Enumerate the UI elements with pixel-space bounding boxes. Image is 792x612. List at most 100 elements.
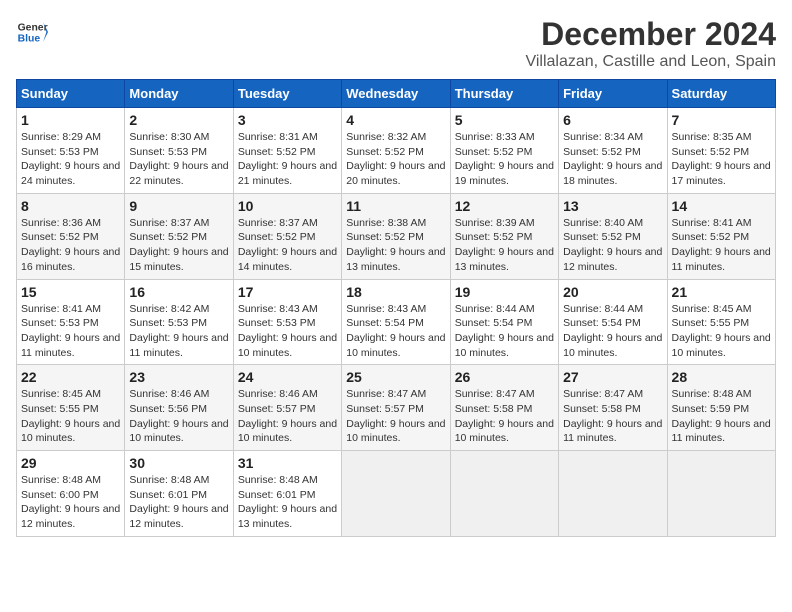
calendar-day-cell: 22 Sunrise: 8:45 AMSunset: 5:55 PMDayligh…: [17, 365, 125, 451]
calendar-day-cell: [342, 451, 450, 537]
day-number: 7: [672, 112, 771, 128]
calendar-day-cell: 25 Sunrise: 8:47 AMSunset: 5:57 PMDayligh…: [342, 365, 450, 451]
day-number: 18: [346, 284, 445, 300]
day-number: 29: [21, 455, 120, 471]
calendar-day-cell: 10Sunrise: 8:37 AMSunset: 5:52 PMDayligh…: [233, 193, 341, 279]
day-info: Sunrise: 8:39 AMSunset: 5:52 PMDaylight:…: [455, 216, 554, 275]
day-info: Sunrise: 8:29 AMSunset: 5:53 PMDaylight:…: [21, 130, 120, 189]
day-info: Sunrise: 8:47 AMSunset: 5:58 PMDaylight:…: [563, 387, 662, 446]
day-number: 14: [672, 198, 771, 214]
page-header: General Blue December 2024 Villalazan, C…: [16, 16, 776, 71]
day-number: 4: [346, 112, 445, 128]
day-info: Sunrise: 8:35 AMSunset: 5:52 PMDaylight:…: [672, 130, 771, 189]
day-info: Sunrise: 8:30 AMSunset: 5:53 PMDaylight:…: [129, 130, 228, 189]
day-info: Sunrise: 8:40 AMSunset: 5:52 PMDaylight:…: [563, 216, 662, 275]
day-info: Sunrise: 8:38 AMSunset: 5:52 PMDaylight:…: [346, 216, 445, 275]
day-number: 27: [563, 369, 662, 385]
day-info: Sunrise: 8:48 AMSunset: 6:01 PMDaylight:…: [129, 473, 228, 532]
calendar-day-cell: 19Sunrise: 8:44 AMSunset: 5:54 PMDayligh…: [450, 279, 558, 365]
day-number: 22: [21, 369, 120, 385]
calendar-week-row: 1 Sunrise: 8:29 AMSunset: 5:53 PMDaylight…: [17, 108, 776, 194]
day-info: Sunrise: 8:46 AMSunset: 5:56 PMDaylight:…: [129, 387, 228, 446]
day-number: 28: [672, 369, 771, 385]
day-info: Sunrise: 8:45 AMSunset: 5:55 PMDaylight:…: [21, 387, 120, 446]
calendar-day-cell: 4 Sunrise: 8:32 AMSunset: 5:52 PMDaylight…: [342, 108, 450, 194]
day-number: 25: [346, 369, 445, 385]
day-number: 31: [238, 455, 337, 471]
calendar-day-cell: 27 Sunrise: 8:47 AMSunset: 5:58 PMDayligh…: [559, 365, 667, 451]
calendar-day-cell: 24Sunrise: 8:46 AMSunset: 5:57 PMDayligh…: [233, 365, 341, 451]
calendar-day-cell: 14 Sunrise: 8:41 AMSunset: 5:52 PMDayligh…: [667, 193, 775, 279]
weekday-header-row: SundayMondayTuesdayWednesdayThursdayFrid…: [17, 80, 776, 108]
calendar-table: SundayMondayTuesdayWednesdayThursdayFrid…: [16, 79, 776, 537]
weekday-header-cell: Sunday: [17, 80, 125, 108]
logo: General Blue: [16, 16, 48, 48]
calendar-day-cell: 9 Sunrise: 8:37 AMSunset: 5:52 PMDaylight…: [125, 193, 233, 279]
day-info: Sunrise: 8:32 AMSunset: 5:52 PMDaylight:…: [346, 130, 445, 189]
calendar-day-cell: 18 Sunrise: 8:43 AMSunset: 5:54 PMDayligh…: [342, 279, 450, 365]
day-number: 2: [129, 112, 228, 128]
calendar-body: 1 Sunrise: 8:29 AMSunset: 5:53 PMDaylight…: [17, 108, 776, 537]
day-info: Sunrise: 8:47 AMSunset: 5:58 PMDaylight:…: [455, 387, 554, 446]
month-title: December 2024: [525, 16, 776, 53]
day-info: Sunrise: 8:36 AMSunset: 5:52 PMDaylight:…: [21, 216, 120, 275]
calendar-day-cell: 2 Sunrise: 8:30 AMSunset: 5:53 PMDaylight…: [125, 108, 233, 194]
day-number: 23: [129, 369, 228, 385]
calendar-week-row: 22 Sunrise: 8:45 AMSunset: 5:55 PMDayligh…: [17, 365, 776, 451]
day-number: 26: [455, 369, 554, 385]
calendar-day-cell: [450, 451, 558, 537]
title-area: December 2024 Villalazan, Castille and L…: [525, 16, 776, 71]
day-info: Sunrise: 8:41 AMSunset: 5:53 PMDaylight:…: [21, 302, 120, 361]
calendar-day-cell: 6 Sunrise: 8:34 AMSunset: 5:52 PMDaylight…: [559, 108, 667, 194]
day-number: 9: [129, 198, 228, 214]
day-number: 6: [563, 112, 662, 128]
calendar-day-cell: 5Sunrise: 8:33 AMSunset: 5:52 PMDaylight…: [450, 108, 558, 194]
svg-text:General: General: [18, 22, 48, 33]
calendar-day-cell: 12 Sunrise: 8:39 AMSunset: 5:52 PMDayligh…: [450, 193, 558, 279]
day-info: Sunrise: 8:34 AMSunset: 5:52 PMDaylight:…: [563, 130, 662, 189]
day-info: Sunrise: 8:48 AMSunset: 5:59 PMDaylight:…: [672, 387, 771, 446]
weekday-header-cell: Thursday: [450, 80, 558, 108]
day-number: 11: [346, 198, 445, 214]
day-number: 8: [21, 198, 120, 214]
day-number: 17: [238, 284, 337, 300]
calendar-day-cell: 28 Sunrise: 8:48 AMSunset: 5:59 PMDayligh…: [667, 365, 775, 451]
day-number: 13: [563, 198, 662, 214]
day-number: 1: [21, 112, 120, 128]
weekday-header-cell: Saturday: [667, 80, 775, 108]
calendar-day-cell: [559, 451, 667, 537]
day-number: 16: [129, 284, 228, 300]
weekday-header-cell: Monday: [125, 80, 233, 108]
day-number: 19: [455, 284, 554, 300]
day-number: 15: [21, 284, 120, 300]
day-info: Sunrise: 8:37 AMSunset: 5:52 PMDaylight:…: [129, 216, 228, 275]
day-number: 20: [563, 284, 662, 300]
calendar-day-cell: 29Sunrise: 8:48 AMSunset: 6:00 PMDayligh…: [17, 451, 125, 537]
day-info: Sunrise: 8:48 AMSunset: 6:01 PMDaylight:…: [238, 473, 337, 532]
day-info: Sunrise: 8:44 AMSunset: 5:54 PMDaylight:…: [563, 302, 662, 361]
calendar-day-cell: 26 Sunrise: 8:47 AMSunset: 5:58 PMDayligh…: [450, 365, 558, 451]
calendar-day-cell: [667, 451, 775, 537]
day-number: 10: [238, 198, 337, 214]
day-info: Sunrise: 8:47 AMSunset: 5:57 PMDaylight:…: [346, 387, 445, 446]
calendar-day-cell: 13 Sunrise: 8:40 AMSunset: 5:52 PMDayligh…: [559, 193, 667, 279]
day-number: 5: [455, 112, 554, 128]
calendar-week-row: 29Sunrise: 8:48 AMSunset: 6:00 PMDayligh…: [17, 451, 776, 537]
day-info: Sunrise: 8:45 AMSunset: 5:55 PMDaylight:…: [672, 302, 771, 361]
weekday-header-cell: Wednesday: [342, 80, 450, 108]
calendar-day-cell: 20 Sunrise: 8:44 AMSunset: 5:54 PMDayligh…: [559, 279, 667, 365]
calendar-day-cell: 21Sunrise: 8:45 AMSunset: 5:55 PMDayligh…: [667, 279, 775, 365]
day-number: 3: [238, 112, 337, 128]
day-number: 30: [129, 455, 228, 471]
day-number: 12: [455, 198, 554, 214]
location-title: Villalazan, Castille and Leon, Spain: [525, 53, 776, 71]
day-number: 24: [238, 369, 337, 385]
calendar-day-cell: 30 Sunrise: 8:48 AMSunset: 6:01 PMDayligh…: [125, 451, 233, 537]
calendar-day-cell: 11 Sunrise: 8:38 AMSunset: 5:52 PMDayligh…: [342, 193, 450, 279]
day-info: Sunrise: 8:31 AMSunset: 5:52 PMDaylight:…: [238, 130, 337, 189]
calendar-day-cell: 8 Sunrise: 8:36 AMSunset: 5:52 PMDaylight…: [17, 193, 125, 279]
day-info: Sunrise: 8:41 AMSunset: 5:52 PMDaylight:…: [672, 216, 771, 275]
svg-text:Blue: Blue: [18, 34, 41, 45]
day-info: Sunrise: 8:43 AMSunset: 5:54 PMDaylight:…: [346, 302, 445, 361]
calendar-day-cell: 23 Sunrise: 8:46 AMSunset: 5:56 PMDayligh…: [125, 365, 233, 451]
